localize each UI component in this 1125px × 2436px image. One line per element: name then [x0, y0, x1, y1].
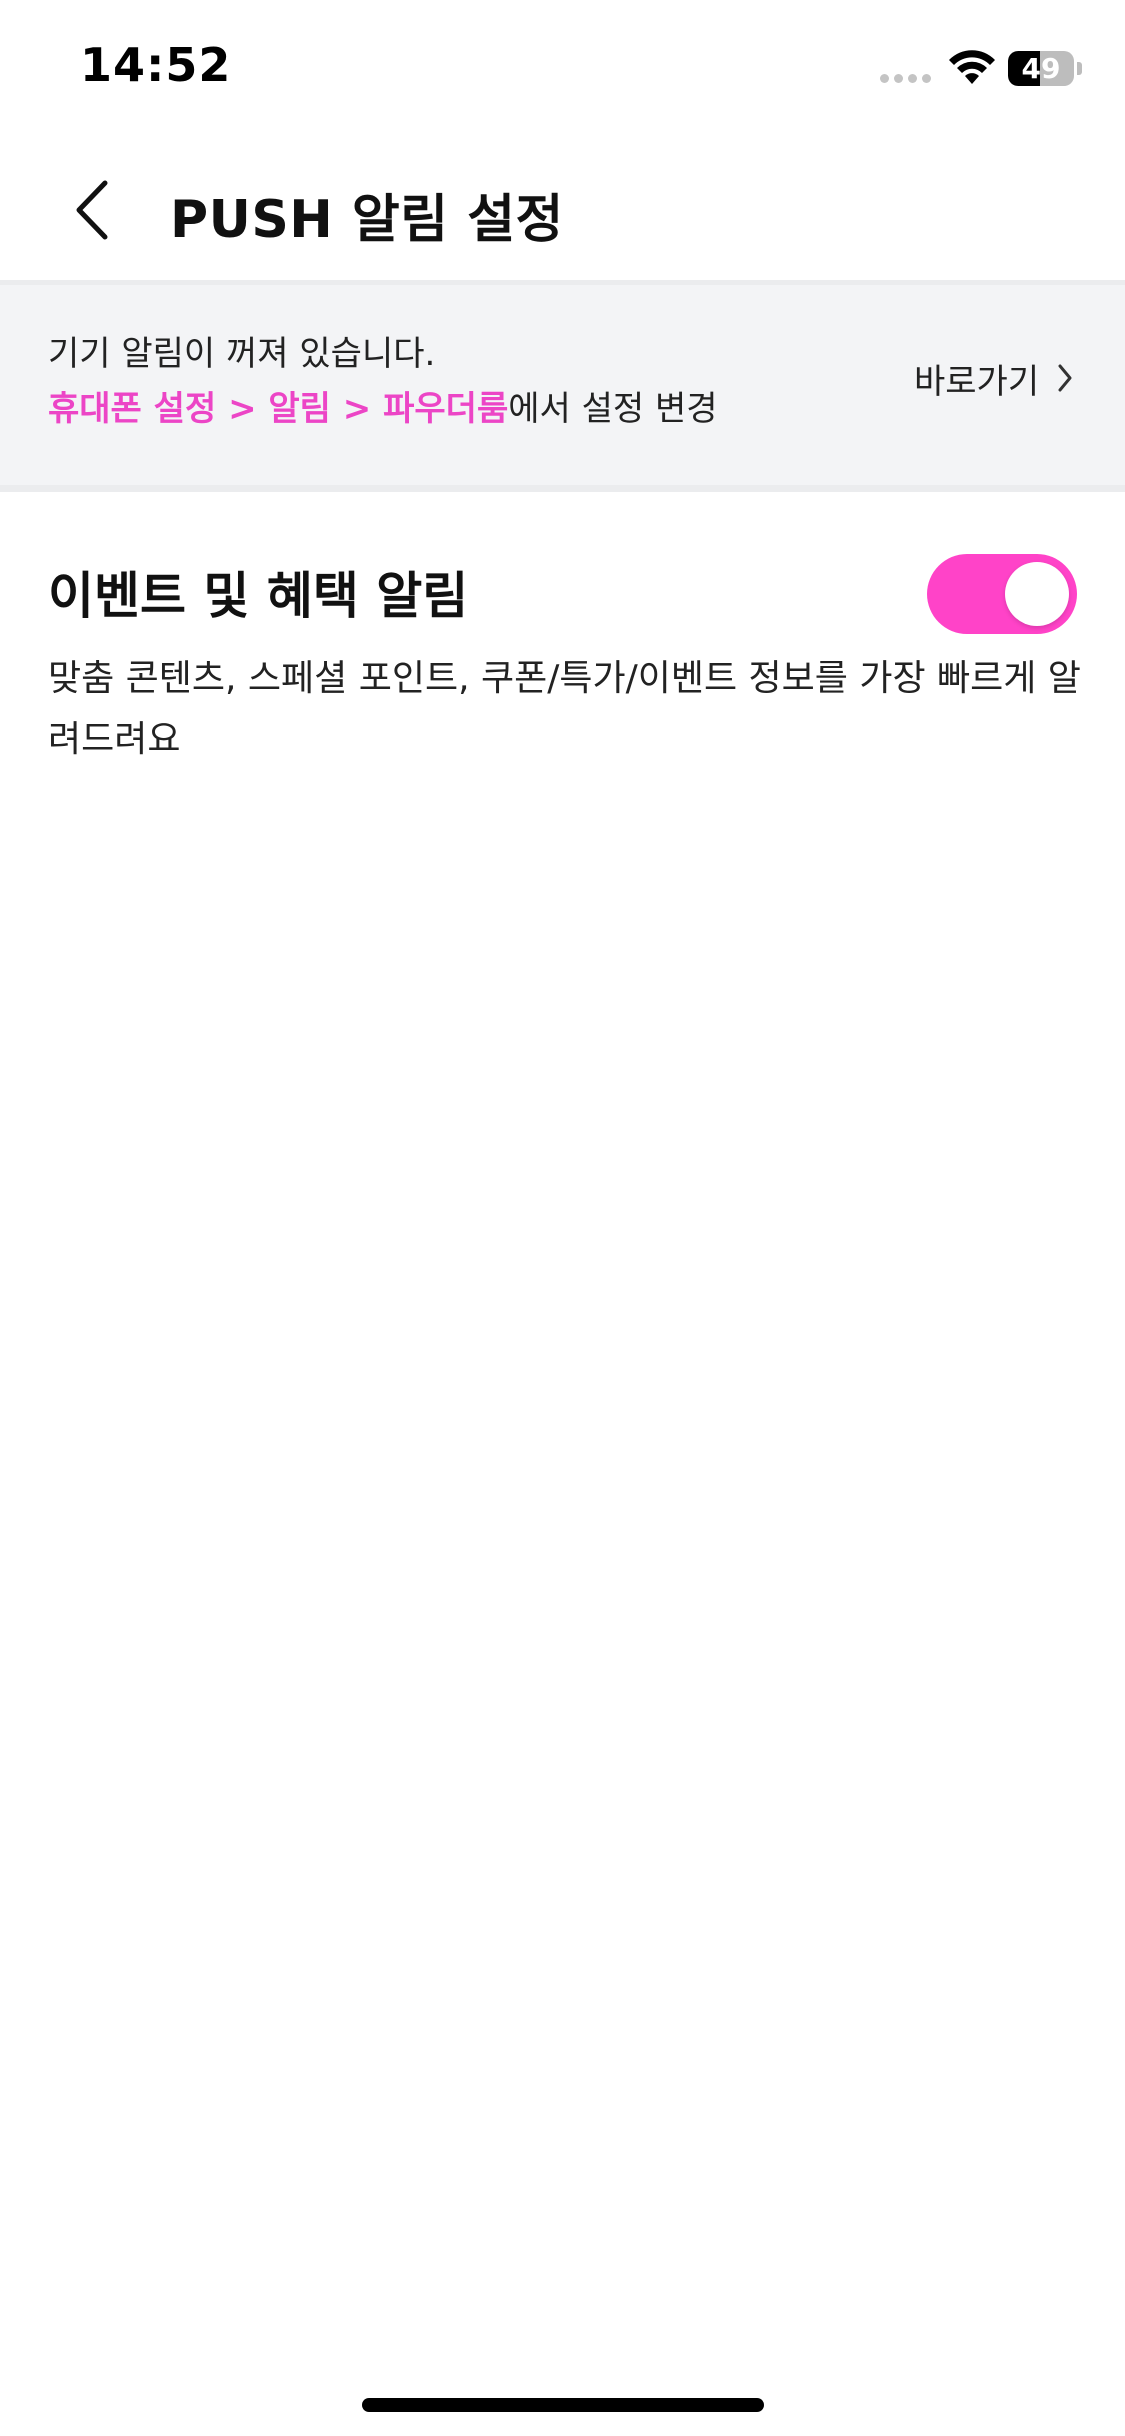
home-indicator — [362, 2398, 764, 2412]
notice-message: 기기 알림이 꺼져 있습니다. — [48, 334, 436, 374]
status-time: 14:52 — [80, 38, 232, 92]
notice-instruction: 휴대폰 설정 > 알림 > 파우더룸에서 설정 변경 — [48, 381, 718, 430]
back-button[interactable] — [52, 170, 132, 250]
battery-icon: 49 — [1008, 51, 1074, 86]
status-bar: 14:52 49 — [0, 0, 1125, 140]
toggle-knob — [1005, 562, 1069, 626]
notice-suffix: 에서 설정 변경 — [508, 389, 718, 429]
setting-description: 맞춤 콘텐츠, 스페셜 포인트, 쿠폰/특가/이벤트 정보를 가장 빠르게 알려… — [48, 658, 1081, 760]
notification-off-banner: 기기 알림이 꺼져 있습니다. 휴대폰 설정 > 알림 > 파우더룸에서 설정 … — [0, 280, 1125, 492]
screen: 14:52 49 PUSH 알림 설정 기기 알림이 꺼져 있습니다. 휴대폰 … — [0, 0, 1125, 2436]
battery-tip — [1077, 62, 1082, 75]
wifi-icon — [949, 50, 995, 84]
battery-level: 49 — [1021, 52, 1061, 85]
chevron-right-icon — [1058, 364, 1072, 392]
page-title: PUSH 알림 설정 — [170, 190, 564, 250]
settings-path: 휴대폰 설정 > 알림 > 파우더룸 — [48, 389, 509, 429]
setting-title: 이벤트 및 혜택 알림 — [48, 567, 469, 625]
shortcut-label: 바로가기 — [914, 361, 1040, 402]
event-benefit-toggle[interactable] — [927, 554, 1077, 634]
shortcut-link[interactable]: 바로가기 — [914, 353, 1073, 403]
chevron-left-icon — [76, 180, 108, 240]
navigation-header: PUSH 알림 설정 — [0, 140, 1125, 280]
cellular-signal-icon — [880, 74, 931, 83]
